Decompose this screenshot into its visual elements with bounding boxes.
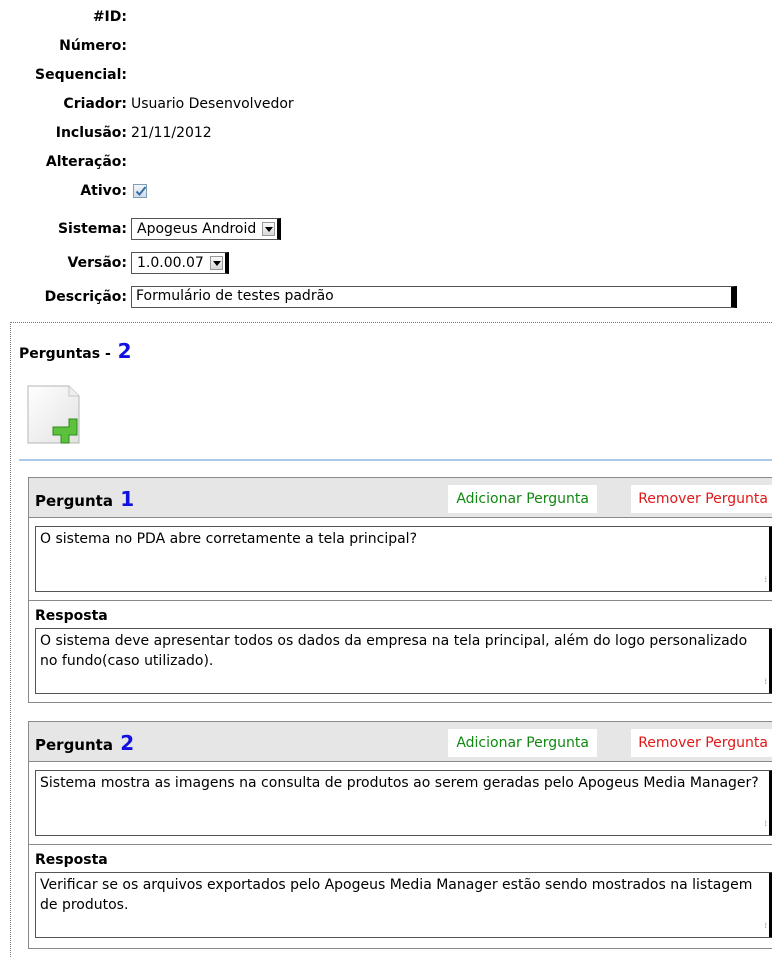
sistema-row: Sistema: Apogeus Android [0,218,282,240]
answer-label: Resposta [35,852,108,868]
sistema-label: Sistema: [57,221,127,237]
numero-row: Número: [0,35,131,57]
add-question-button[interactable]: Adicionar Pergunta [448,729,597,757]
chevron-down-icon [262,222,276,236]
inclusao-value: 21/11/2012 [131,125,212,141]
checkmark-icon [135,186,147,196]
resize-grip-icon[interactable]: ⁞ [764,814,767,834]
question-header: Pergunta 2 Adicionar Pergunta Remover Pe… [29,722,772,762]
question-text: Sistema mostra as imagens na consulta de… [40,775,759,791]
ativo-row: Ativo: [0,180,147,202]
resize-grip-icon[interactable]: ⁞ [764,916,767,936]
inclusao-label: Inclusão: [55,125,127,141]
remove-question-button[interactable]: Remover Pergunta [631,729,772,757]
versao-label: Versão: [67,255,127,271]
sistema-select-value: Apogeus Android [137,221,257,237]
sistema-select[interactable]: Apogeus Android [131,218,282,240]
question-block-2: Pergunta 2 Adicionar Pergunta Remover Pe… [28,721,772,949]
alteracao-row: Alteração: [0,151,131,173]
descricao-input[interactable]: Formulário de testes padrão [131,286,737,308]
divider [19,459,772,461]
criador-label: Criador: [63,96,127,112]
inclusao-row: Inclusão: 21/11/2012 [0,122,212,144]
question-title: Pergunta 1 [35,487,134,511]
perguntas-panel: Perguntas - 2 Pergunta 1 Adicionar Pergu… [10,322,772,957]
remove-question-button[interactable]: Remover Pergunta [631,485,772,513]
question-text: O sistema no PDA abre corretamente a tel… [40,531,417,547]
question-textarea[interactable]: O sistema no PDA abre corretamente a tel… [35,526,772,592]
answer-text: Verificar se os arquivos exportados pelo… [40,877,753,913]
section-separator [29,844,772,845]
add-question-button[interactable]: Adicionar Pergunta [448,485,597,513]
question-title: Pergunta 2 [35,731,134,755]
resize-grip-icon[interactable]: ⁞ [764,672,767,692]
answer-text: O sistema deve apresentar todos os dados… [40,633,748,669]
id-row: #ID: [0,6,131,28]
resize-grip-icon[interactable]: ⁞ [764,570,767,590]
versao-row: Versão: 1.0.00.07 [0,252,229,274]
perguntas-title: Perguntas - 2 [19,339,132,363]
numero-label: Número: [59,38,127,54]
ativo-label: Ativo: [80,183,127,199]
answer-label: Resposta [35,608,108,624]
question-label: Pergunta [35,492,113,510]
question-number: 2 [120,731,135,755]
answer-textarea[interactable]: O sistema deve apresentar todos os dados… [35,628,772,694]
question-block-1: Pergunta 1 Adicionar Pergunta Remover Pe… [28,477,772,703]
sequencial-label: Sequencial: [35,67,127,83]
question-textarea[interactable]: Sistema mostra as imagens na consulta de… [35,770,772,836]
criador-value: Usuario Desenvolvedor [131,96,294,112]
section-separator [29,600,772,601]
versao-select[interactable]: 1.0.00.07 [131,252,229,274]
perguntas-count: 2 [117,339,132,363]
id-label: #ID: [92,9,127,25]
chevron-down-icon [209,256,223,270]
question-header: Pergunta 1 Adicionar Pergunta Remover Pe… [29,478,772,518]
add-document-icon[interactable] [27,385,83,451]
question-number: 1 [120,487,135,511]
descricao-label: Descrição: [44,289,127,305]
add-document-icon-graphic [27,385,80,444]
perguntas-title-text: Perguntas - [19,346,111,362]
sequencial-row: Sequencial: [0,64,131,86]
ativo-checkbox[interactable] [133,184,147,198]
descricao-row: Descrição: Formulário de testes padrão [0,286,737,308]
criador-row: Criador: Usuario Desenvolvedor [0,93,294,115]
versao-select-value: 1.0.00.07 [137,255,204,271]
question-label: Pergunta [35,736,113,754]
answer-textarea[interactable]: Verificar se os arquivos exportados pelo… [35,872,772,938]
alteracao-label: Alteração: [45,154,127,170]
